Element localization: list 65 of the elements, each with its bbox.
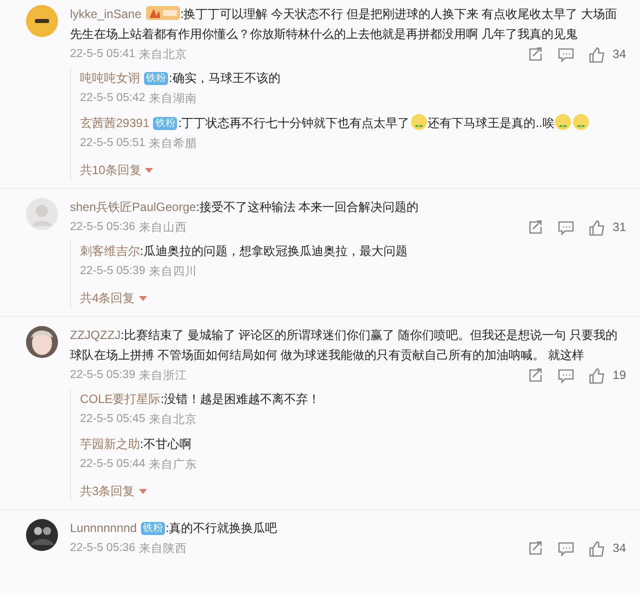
timestamp: 22-5-5 05:51 [80, 137, 146, 149]
username-link[interactable]: 吨吨吨女诩 [80, 71, 140, 85]
caret-icon [138, 488, 147, 494]
username-link[interactable]: 刺客维吉尔 [80, 244, 140, 258]
username-link[interactable]: lykke_inSane [70, 7, 142, 21]
location-text: 来自北京 [139, 48, 188, 62]
comment-text: shen兵铁匠PaulGeorge:接受不了这种输法 本来一回合解决问题的 [70, 199, 420, 216]
thumbs-up-icon[interactable] [588, 46, 605, 62]
thumbs-up-icon[interactable] [588, 540, 605, 556]
like-count: 19 [612, 368, 626, 382]
username-link[interactable]: 玄茜茜29391 [80, 116, 150, 130]
avatar [26, 326, 58, 358]
timestamp: 22-5-5 05:39 [80, 265, 146, 277]
reply-text: 刺客维吉尔:瓜迪奥拉的问题，想拿欧冠换瓜迪奥拉，最大问题 [80, 243, 408, 260]
caret-icon [145, 168, 154, 172]
location-text: 来自北京 [149, 412, 198, 426]
comment-icon[interactable] [556, 366, 574, 384]
location-text: 来自陕西 [139, 542, 188, 556]
timestamp: 22-5-5 05:44 [80, 458, 146, 470]
thumbs-up-icon[interactable] [588, 366, 605, 384]
emoji-icon [410, 114, 427, 130]
timestamp: 22-5-5 05:36 [70, 221, 136, 233]
comment-icon[interactable] [556, 218, 574, 236]
comment-icon[interactable] [556, 46, 574, 62]
like-count: 34 [612, 541, 626, 555]
avatar [26, 519, 58, 551]
thumbs-up-icon[interactable] [588, 218, 605, 236]
reply-text: 吨吨吨女诩 铁粉 :确实，马球王不该的 [80, 70, 282, 87]
comment-text: ZZJQZZJ:比赛结束了 曼城输了 评论区的所谓球迷们你们赢了 随你们喷吧。但我还是想说一句 只要我的球队在场上拼搏 不管场面如何结局如何 做为球迷我能做的只有贡献自己所有的加油呐喊。 就这样 [70, 327, 618, 364]
emoji-icon [555, 114, 572, 130]
reply-text: 芋园新之助:不甘心啊 [80, 436, 192, 453]
more-replies-link[interactable]: 共3条回复 [80, 481, 147, 501]
location-text: 来自希腊 [149, 136, 198, 150]
badge-icon [146, 5, 180, 21]
timestamp: 22-5-5 05:41 [70, 48, 136, 60]
location-text: 来自广东 [149, 457, 198, 472]
like-count: 31 [612, 220, 626, 234]
username-link[interactable]: 芋园新之助 [80, 437, 140, 451]
username-link[interactable]: ZZJQZZJ [70, 328, 121, 342]
timestamp: 22-5-5 05:36 [70, 542, 136, 554]
comment-text: lykke_inSane :换丁丁可以理解 今天状态不行 但是把刚进球的人换下来 有点收尾收太早了 大场面先生在场上站着都有作用你懂么？你放斯特林什么的上去他就是再拼都没用啊 几年了我真的见鬼 [70, 4, 618, 43]
reply-text: 玄茜茜29391 铁粉 :丁丁状态再不行七十分钟就下也有点太早了 还有下马球王是真的..唉 [80, 113, 626, 133]
emoji-icon [573, 114, 590, 130]
avatar [26, 198, 58, 230]
comment-text: Lunnnnnnnd 铁粉 :真的不行就换换瓜吧 [70, 520, 278, 537]
caret-icon [138, 296, 147, 300]
username-link[interactable]: COLE要打星际 [80, 392, 161, 406]
like-count: 34 [612, 47, 626, 61]
comment-icon[interactable] [556, 540, 574, 556]
fan-badge: 铁粉 [153, 117, 178, 130]
location-text: 来自四川 [149, 264, 198, 278]
location-text: 来自山西 [139, 220, 188, 234]
fan-badge: 铁粉 [140, 522, 165, 535]
more-replies-link[interactable]: 共4条回复 [80, 288, 147, 308]
timestamp: 22-5-5 05:42 [80, 92, 146, 104]
more-replies-link[interactable]: 共10条回复 [80, 160, 154, 180]
username-link[interactable]: shen兵铁匠PaulGeorge [70, 200, 196, 214]
location-text: 来自浙江 [139, 368, 188, 382]
fan-badge: 铁粉 [144, 72, 168, 85]
reply-text: COLE要打星际:没错！越是困难越不离不弃！ [80, 391, 322, 408]
timestamp: 22-5-5 05:45 [80, 413, 146, 425]
location-text: 来自湖南 [149, 92, 198, 106]
username-link[interactable]: Lunnnnnnnd [70, 521, 137, 535]
timestamp: 22-5-5 05:39 [70, 369, 136, 381]
avatar [26, 5, 58, 37]
